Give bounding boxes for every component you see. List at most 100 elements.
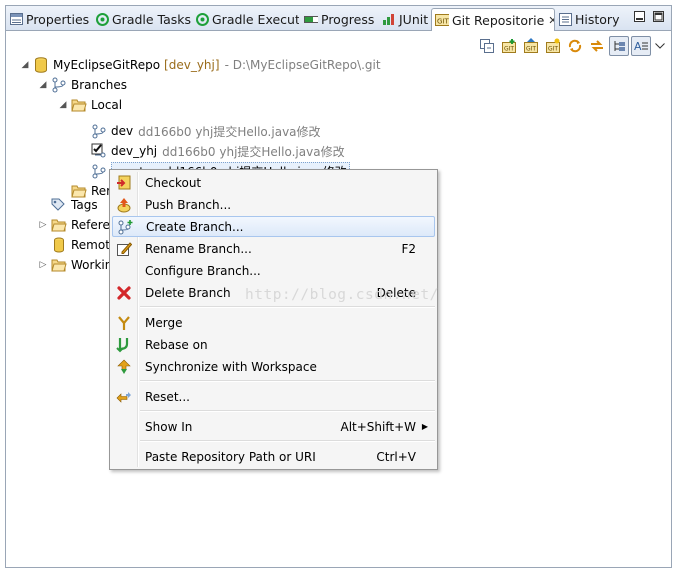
checked-out-branch-icon (91, 143, 107, 159)
branch-commit-info: dd166b0 yhj提交Hello.java修改 (162, 144, 345, 159)
create-repository-icon[interactable]: GIT (543, 36, 563, 56)
rename-icon (115, 240, 133, 258)
menu-separator (140, 410, 435, 412)
push-icon (115, 196, 133, 214)
menu-item-reset[interactable]: Reset... (112, 386, 435, 407)
menu-label: Rename Branch... (145, 241, 252, 256)
menu-separator (140, 440, 435, 442)
tab-label: Progress (321, 11, 375, 27)
tab-history[interactable]: History (558, 8, 622, 30)
svg-text:GIT: GIT (548, 46, 558, 53)
menu-item-delete-branch[interactable]: Delete Branch Delete (112, 282, 435, 303)
menu-label: Merge (145, 315, 183, 330)
menu-shortcut: Ctrl+V (376, 449, 416, 464)
add-repository-icon[interactable]: GIT (499, 36, 519, 56)
tab-label: Gradle Tasks (112, 11, 192, 27)
tree-item-tags[interactable]: Tags (51, 195, 98, 215)
menu-item-checkout[interactable]: Checkout (112, 172, 435, 193)
tab-gradle-tasks[interactable]: Gradle Tasks (95, 8, 193, 30)
tree-item-branch-dev-yhj[interactable]: dev_yhj dd166b0 yhj提交Hello.java修改 (91, 141, 345, 161)
refresh-icon[interactable] (565, 36, 585, 56)
tree-item-remotes[interactable]: Remot (51, 235, 110, 255)
menu-item-rename-branch[interactable]: Rename Branch... F2 (112, 238, 435, 259)
history-icon (558, 12, 572, 26)
tab-label: Git Repositorie (452, 12, 545, 28)
tree-item-references[interactable]: ▷ Refere (37, 215, 110, 235)
menu-label: Create Branch... (146, 219, 244, 234)
folder-icon (51, 217, 67, 233)
tree-item-branches[interactable]: ◢ Branches (37, 75, 127, 95)
menu-item-rebase-on[interactable]: Rebase on (112, 334, 435, 355)
branch-name: dev (111, 124, 134, 138)
repository-path: - D:\MyEclipseGitRepo\.git (224, 58, 381, 72)
menu-item-push-branch[interactable]: Push Branch... (112, 194, 435, 215)
tags-label: Tags (71, 198, 98, 212)
menu-item-create-branch[interactable]: Create Branch... (112, 216, 435, 237)
svg-text:A: A (634, 40, 642, 53)
gradle-icon (195, 12, 209, 26)
working-directory-label: Workin (71, 258, 113, 272)
repository-name: MyEclipseGitRepo (53, 58, 161, 72)
view-tab-strip: Properties Gradle Tasks Gradle Executi P… (6, 6, 671, 31)
svg-text:GIT: GIT (437, 18, 449, 26)
properties-icon (9, 12, 23, 26)
checkout-icon (115, 174, 133, 192)
collapse-all-icon[interactable] (477, 36, 497, 56)
menu-item-merge[interactable]: Merge (112, 312, 435, 333)
menu-shortcut: Delete (376, 285, 416, 300)
expanded-arrow-icon[interactable]: ◢ (57, 99, 69, 111)
tab-git-repositories[interactable]: GIT Git Repositorie ✕ (431, 8, 555, 31)
svg-text:GIT: GIT (504, 46, 514, 53)
expanded-arrow-icon[interactable]: ◢ (37, 79, 49, 91)
svg-text:GIT: GIT (526, 46, 536, 53)
local-label: Local (91, 98, 123, 112)
folder-icon (51, 257, 67, 273)
collapsed-arrow-icon[interactable]: ▷ (37, 259, 49, 271)
git-repo-icon: GIT (435, 13, 449, 27)
menu-shortcut: Alt+Shift+W (340, 419, 417, 434)
tree-item-branch-dev[interactable]: dev dd166b0 yhj提交Hello.java修改 (91, 121, 321, 141)
collapsed-arrow-icon[interactable]: ▷ (37, 219, 49, 231)
folder-open-icon (71, 97, 87, 113)
tab-gradle-executions[interactable]: Gradle Executi (195, 8, 299, 30)
branch-commit-info: dd166b0 yhj提交Hello.java修改 (138, 124, 321, 139)
tab-properties[interactable]: Properties (9, 8, 93, 30)
tab-progress[interactable]: Progress (304, 8, 380, 30)
minimize-icon[interactable] (634, 11, 645, 22)
menu-label: Configure Branch... (145, 263, 261, 278)
tree-item-repository[interactable]: ◢ MyEclipseGitRepo [dev_yhj] - D:\MyEcli… (19, 55, 381, 75)
menu-label: Paste Repository Path or URI (145, 449, 316, 464)
reset-icon (115, 388, 133, 406)
maximize-icon[interactable] (653, 11, 664, 22)
link-with-selection-icon[interactable] (587, 36, 607, 56)
menu-label: Delete Branch (145, 285, 231, 300)
menu-item-configure-branch[interactable]: Configure Branch... (112, 260, 435, 281)
progress-icon (304, 12, 318, 26)
show-commit-info-icon[interactable]: A (631, 36, 651, 56)
menu-item-show-in[interactable]: Show In Alt+Shift+W ▶ (112, 416, 435, 437)
tab-label: History (575, 11, 620, 27)
tab-label: Gradle Executi (212, 11, 299, 27)
view-menu-icon[interactable] (653, 36, 667, 56)
tab-junit[interactable]: JUnit (382, 8, 432, 30)
menu-separator (140, 306, 435, 308)
view-toolbar: GIT GIT GIT A (477, 36, 667, 56)
expanded-arrow-icon[interactable]: ◢ (19, 59, 31, 71)
remotes-icon (51, 237, 67, 253)
hierarchical-layout-icon[interactable] (609, 36, 629, 56)
menu-item-paste-repository-path[interactable]: Paste Repository Path or URI Ctrl+V (112, 446, 435, 467)
branches-icon (51, 77, 67, 93)
gradle-icon (95, 12, 109, 26)
current-branch-label: [dev_yhj] (164, 58, 220, 72)
tree-item-working-directory[interactable]: ▷ Workin (37, 255, 113, 275)
menu-item-synchronize[interactable]: Synchronize with Workspace (112, 356, 435, 377)
close-icon[interactable]: ✕ (548, 14, 554, 27)
branches-label: Branches (71, 78, 127, 92)
remotes-label: Remot (71, 238, 110, 252)
menu-label: Checkout (145, 175, 202, 190)
tree-item-local[interactable]: ◢ Local (57, 95, 123, 115)
repository-icon (33, 57, 49, 73)
branch-name: dev_yhj (111, 144, 158, 158)
clone-repository-icon[interactable]: GIT (521, 36, 541, 56)
menu-shortcut: F2 (401, 241, 416, 256)
